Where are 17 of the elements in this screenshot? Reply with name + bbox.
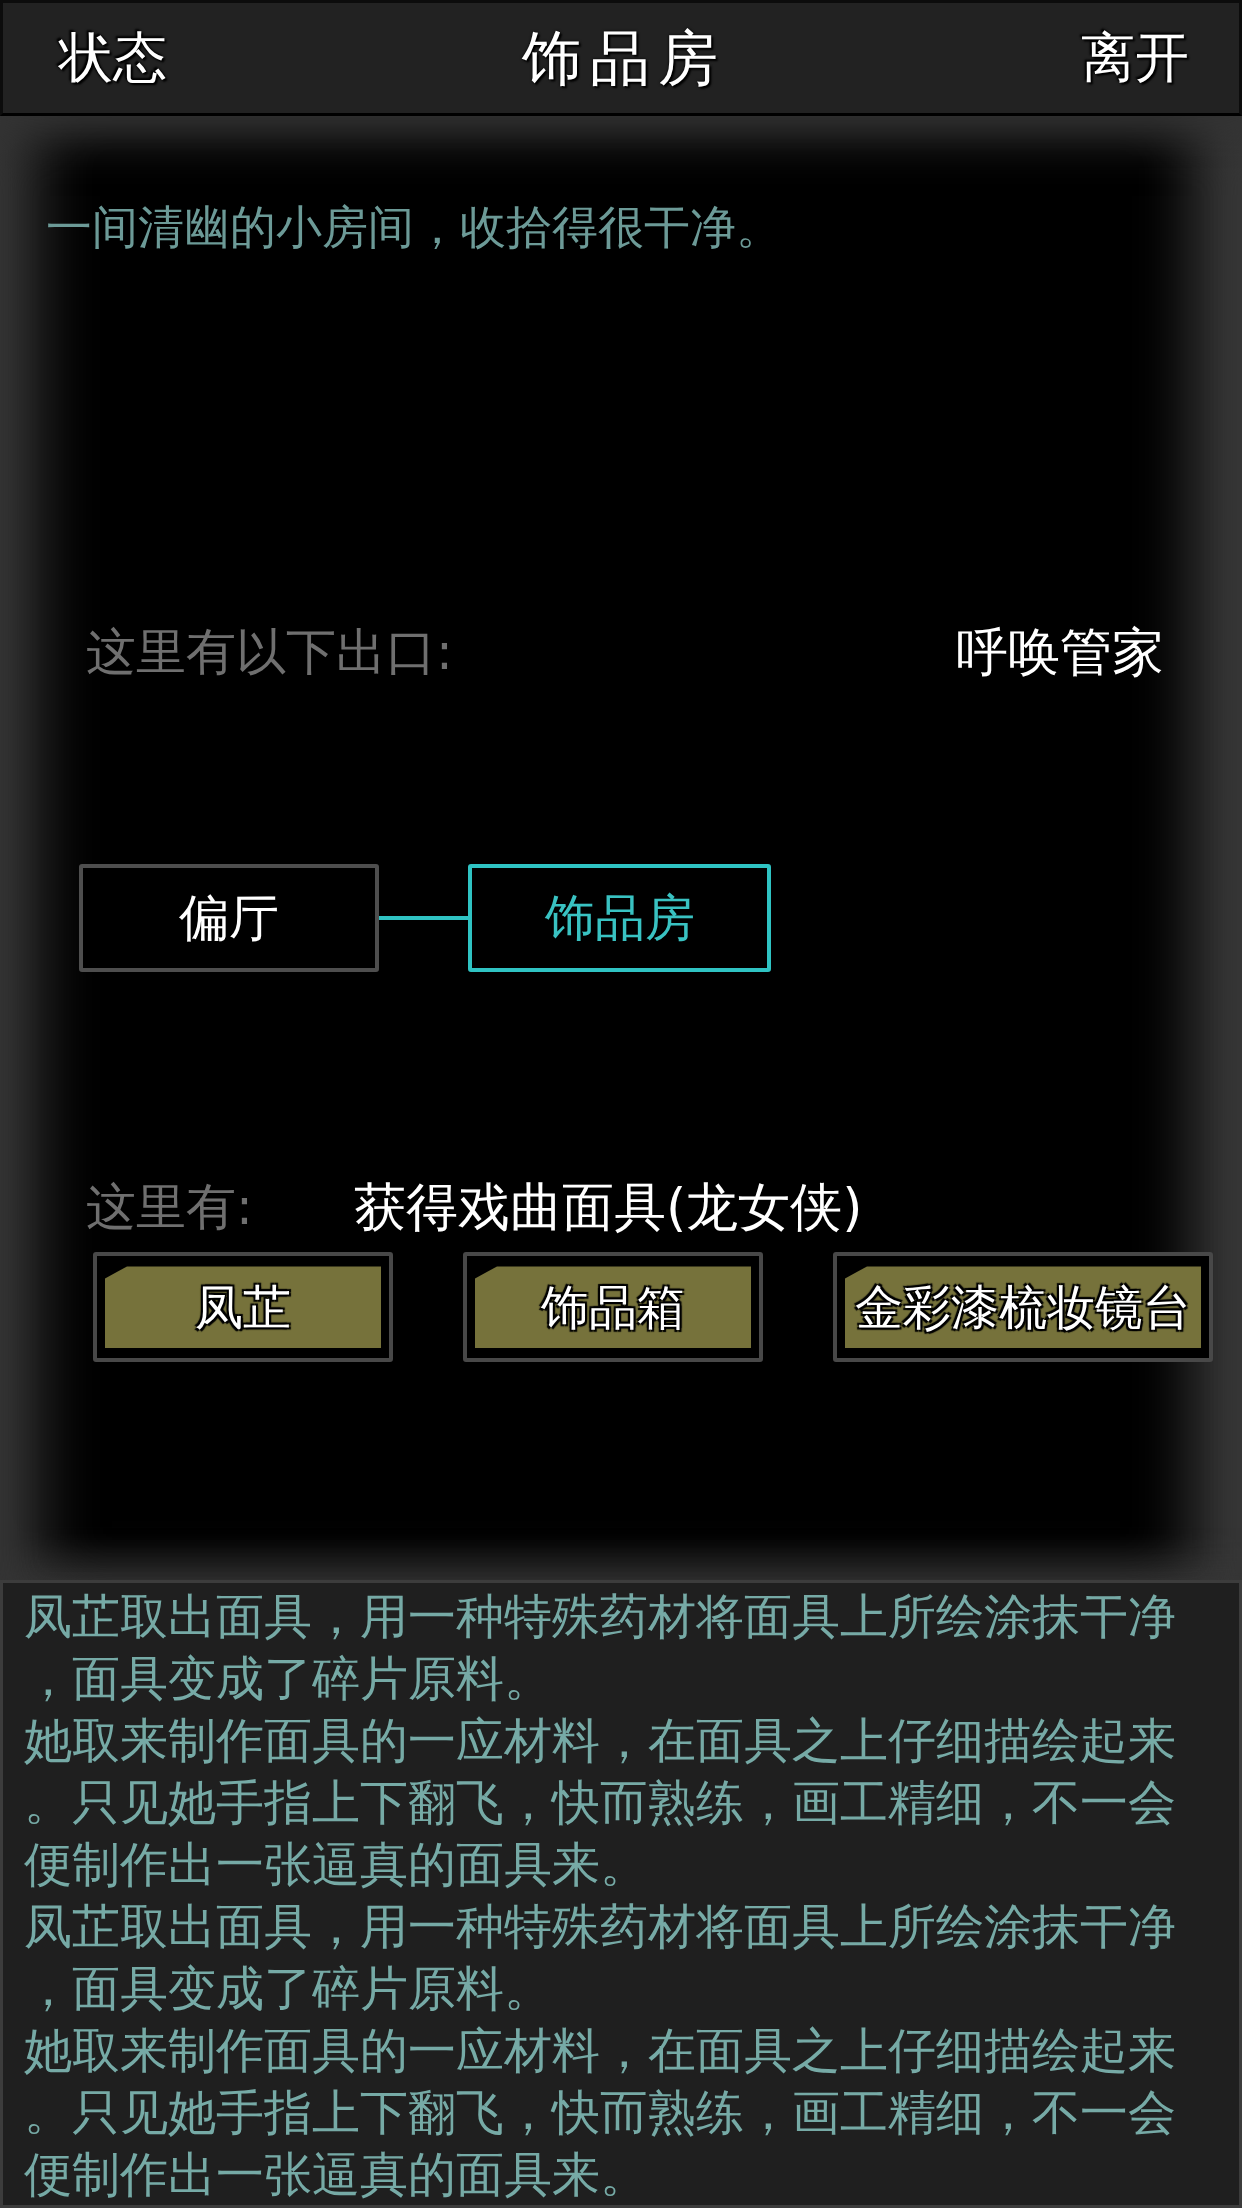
log-message: 凤芷取出面具，用一种特殊药材将面具上所绘涂抹干净，面具变成了碎片原料。 <box>24 1897 1177 2018</box>
call-butler-button[interactable]: 呼唤管家 <box>956 619 1164 686</box>
log-message: 她取来制作面具的一应材料，在面具之上仔细描绘起来。只见她手指上下翻飞，快而熟练，画工精细，不一会便制作出一张逼真的面具来。 <box>24 2021 1177 2204</box>
object-button[interactable]: 饰品箱 <box>463 1252 763 1363</box>
log-message: 她取来制作面具的一应材料，在面具之上仔细描绘起来。只见她手指上下翻飞，快而熟练，画工精细，不一会便制作出一张逼真的面具来。 <box>24 1711 1177 1894</box>
item-link[interactable]: 获得戏曲面具(龙女侠) <box>354 1174 863 1241</box>
status-button[interactable]: 状态 <box>59 23 167 94</box>
object-button[interactable]: 凤芷 <box>93 1252 393 1363</box>
room-node[interactable]: 偏厅 <box>79 864 379 973</box>
leave-button[interactable]: 离开 <box>1081 23 1189 94</box>
here-label: 这里有: <box>86 1177 254 1239</box>
log-message: 凤芷取出面具，用一种特殊药材将面具上所绘涂抹干净，面具变成了碎片原料。 <box>24 1587 1177 1708</box>
object-button[interactable]: 金彩漆梳妆镜台 <box>833 1252 1213 1363</box>
exits-label: 这里有以下出口: <box>86 622 453 684</box>
room-title: 饰品房 <box>522 22 726 96</box>
room-description: 一间清幽的小房间，收拾得很干净。 <box>46 199 783 257</box>
room-node[interactable]: 饰品房 <box>468 864 771 973</box>
